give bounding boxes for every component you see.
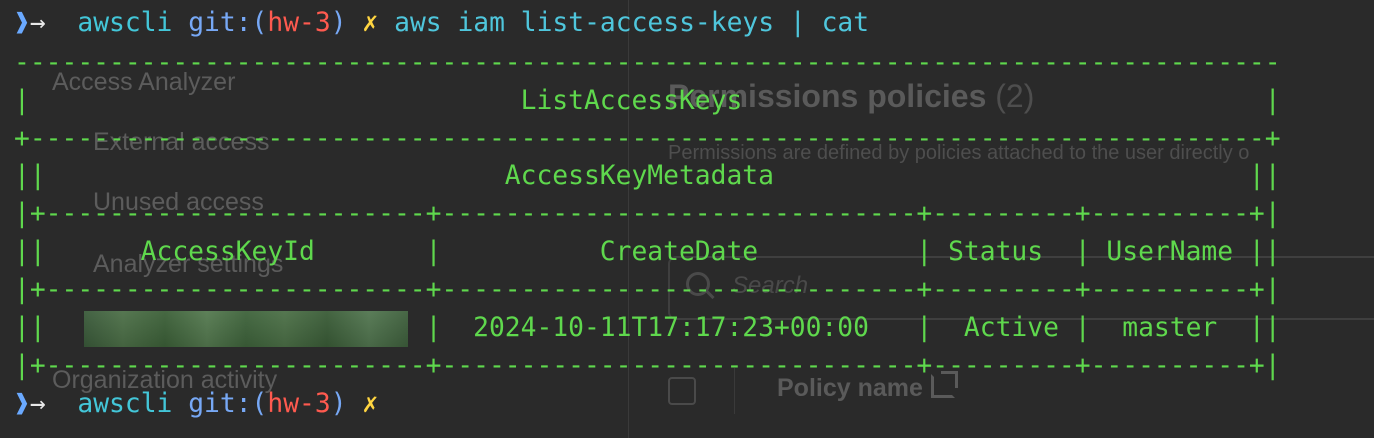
paren-open: ( (251, 8, 268, 38)
git-branch: hw-3 (267, 389, 331, 419)
paren-close: ) (330, 8, 347, 38)
git-label: git: (188, 8, 252, 38)
table-border-title: +---------------------------------------… (14, 124, 1281, 154)
table-subtitle-row: || AccessKeyMetadata || (14, 161, 1281, 191)
prompt-arrow-icon: ❱→ (14, 389, 46, 419)
table-title-row: | ListAccessKeys | (14, 86, 1281, 116)
paren-open: ( (251, 389, 268, 419)
prompt-line-idle: ❱→ awscli git:(hw-3) ✗ (14, 385, 378, 423)
table-border-bottom: |+------------------------+-------------… (14, 351, 1281, 381)
prompt-directory: awscli (77, 8, 173, 38)
prompt-directory: awscli (77, 389, 173, 419)
git-branch: hw-3 (267, 8, 331, 38)
command-text: aws iam list-access-keys | cat (394, 8, 870, 38)
dirty-indicator-icon: ✗ (362, 389, 379, 419)
table-border-header-top: |+------------------------+-------------… (14, 199, 1281, 229)
table-border-header-bottom: |+------------------------+-------------… (14, 275, 1281, 305)
table-header-row: || AccessKeyId | CreateDate | Status | U… (14, 237, 1281, 267)
prompt-arrow-icon: ❱→ (14, 8, 46, 38)
dirty-indicator-icon: ✗ (362, 8, 379, 38)
prompt-line-command: ❱→ awscli git:(hw-3) ✗ aws iam list-acce… (14, 4, 869, 42)
redacted-access-key-id (84, 311, 408, 347)
paren-close: ) (330, 389, 347, 419)
terminal-window[interactable]: ❱→ awscli git:(hw-3) ✗ aws iam list-acce… (0, 0, 1374, 438)
table-border-top: ----------------------------------------… (14, 48, 1281, 78)
git-label: git: (188, 389, 252, 419)
